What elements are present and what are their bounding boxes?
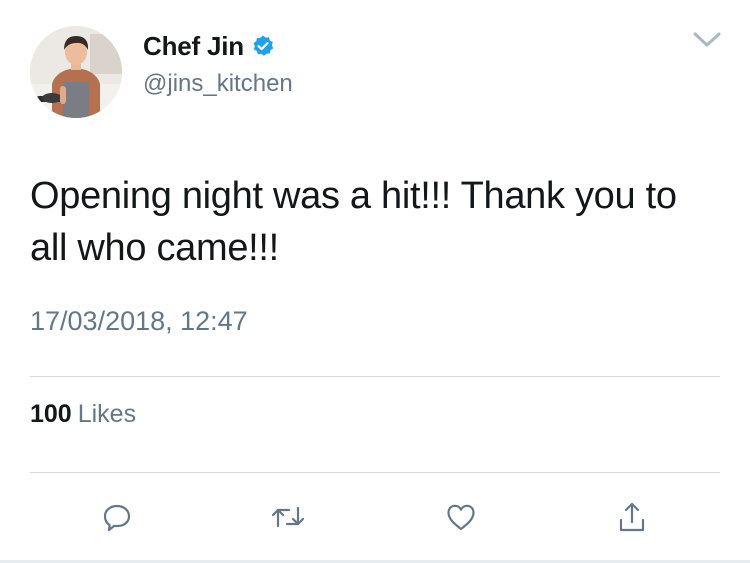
tweet-card: Chef Jin @jins_kitchen Opening night was…	[0, 0, 750, 563]
share-button[interactable]	[612, 497, 652, 537]
likes-stat[interactable]: 100 Likes	[30, 400, 136, 429]
author-name-row[interactable]: Chef Jin	[143, 30, 275, 62]
heart-icon	[445, 502, 477, 532]
author-handle[interactable]: @jins_kitchen	[143, 70, 293, 98]
verified-badge-icon	[251, 34, 275, 58]
divider	[30, 472, 720, 473]
reply-icon	[102, 502, 132, 532]
chevron-down-icon[interactable]	[692, 30, 722, 50]
tweet-timestamp[interactable]: 17/03/2018, 12:47	[30, 306, 248, 337]
retweet-button[interactable]	[268, 497, 308, 537]
author-display-name[interactable]: Chef Jin	[143, 31, 244, 62]
likes-count: 100	[30, 400, 72, 428]
reply-button[interactable]	[97, 497, 137, 537]
retweet-icon	[270, 502, 306, 532]
avatar[interactable]	[30, 26, 122, 118]
likes-label: Likes	[77, 400, 137, 428]
like-button[interactable]	[441, 497, 481, 537]
share-icon	[617, 500, 647, 534]
tweet-text: Opening night was a hit!!! Thank you to …	[30, 175, 677, 269]
divider	[30, 376, 720, 377]
